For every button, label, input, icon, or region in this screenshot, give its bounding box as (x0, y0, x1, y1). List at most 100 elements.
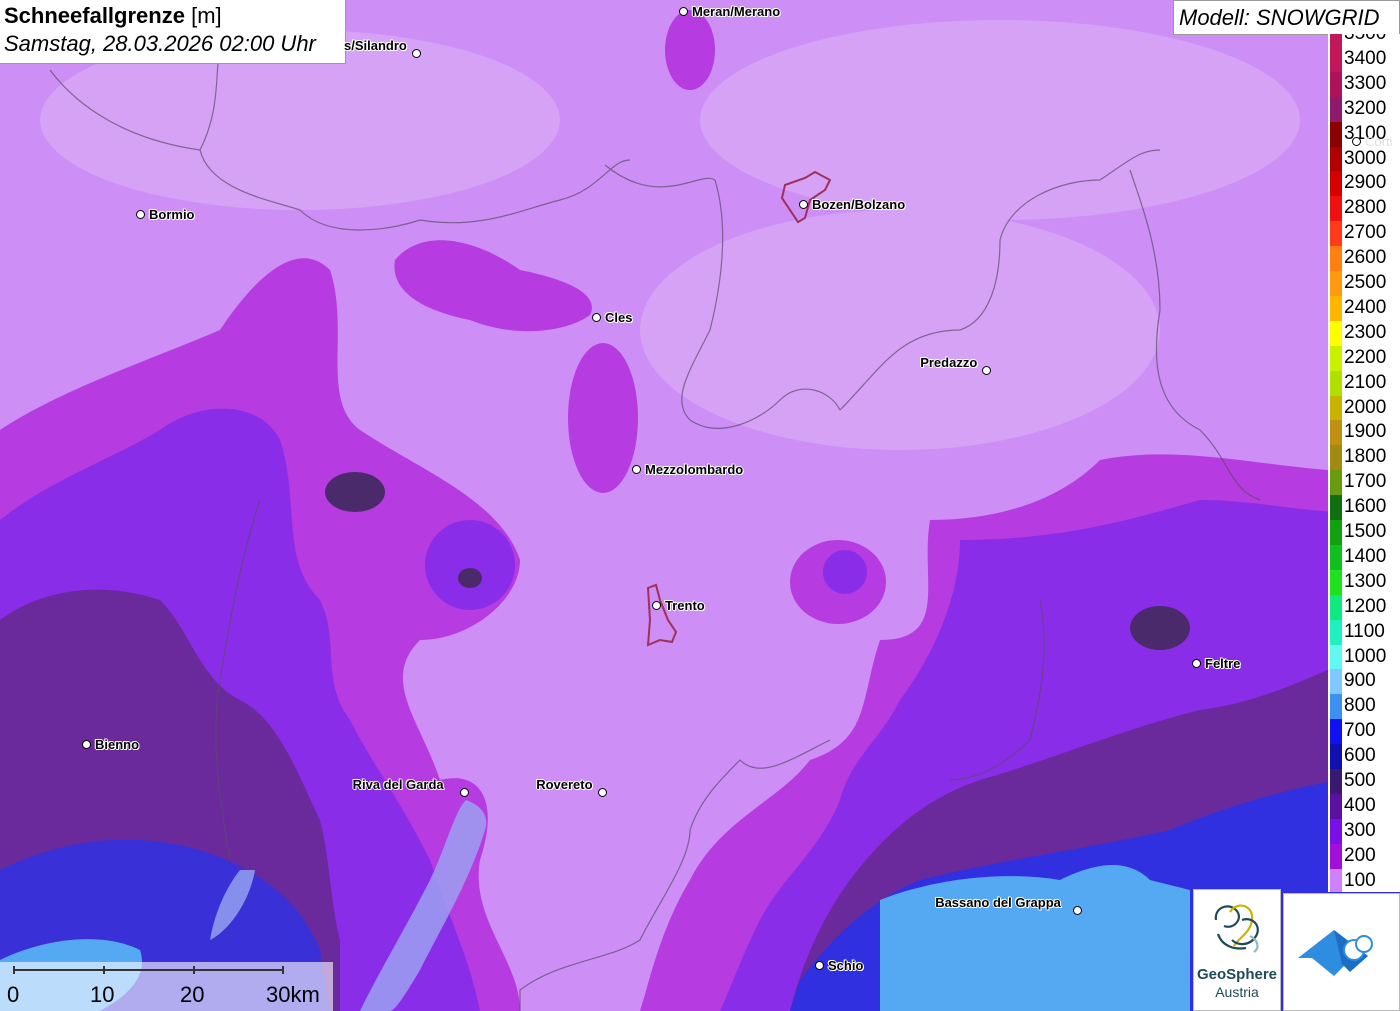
city-label[interactable]: Schio (828, 958, 863, 973)
city-label[interactable]: Bozen/Bolzano (812, 197, 905, 212)
city-marker-icon[interactable] (412, 49, 421, 58)
legend-swatch (1330, 793, 1342, 819)
city-label[interactable]: Meran/Merano (692, 4, 780, 19)
legend-label: 400 (1344, 794, 1376, 816)
legend-label: 2200 (1344, 346, 1387, 368)
legend-swatch (1330, 121, 1342, 147)
legend-label: 2700 (1344, 222, 1387, 244)
legend-swatch (1330, 71, 1342, 97)
city-marker-icon[interactable] (632, 465, 641, 474)
legend-swatch (1330, 171, 1342, 197)
city-label[interactable]: Mezzolombardo (645, 462, 743, 477)
scale-label-30: 30km (266, 982, 320, 1007)
legend-label: 1400 (1344, 545, 1387, 567)
legend-label: 2300 (1344, 321, 1387, 343)
legend-label: 1800 (1344, 446, 1387, 468)
legend-row: 1800 (1328, 445, 1400, 471)
scale-label-0: 0 (7, 982, 20, 1007)
city-marker-icon[interactable] (460, 788, 469, 797)
legend-row: 700 (1328, 719, 1400, 745)
legend-row: 2600 (1328, 246, 1400, 272)
legend-swatch (1330, 594, 1342, 620)
legend-swatch (1330, 719, 1342, 745)
model-label: Modell: SNOWGRID (1173, 0, 1400, 35)
legend-swatch (1330, 769, 1342, 794)
legend-swatch (1330, 345, 1342, 371)
legend-label: 1700 (1344, 471, 1387, 493)
legend-row: 2800 (1328, 196, 1400, 222)
legend-swatch (1330, 744, 1342, 770)
city-marker-icon[interactable] (679, 7, 688, 16)
city-label[interactable]: Rovereto (536, 777, 592, 792)
legend-swatch (1330, 445, 1342, 471)
city-marker-icon[interactable] (799, 200, 808, 209)
scale-label-20: 20 (180, 982, 205, 1007)
legend-label: 800 (1344, 695, 1376, 717)
legend-swatch (1330, 246, 1342, 272)
city-marker-icon[interactable] (652, 601, 661, 610)
legend-row: 1000 (1328, 644, 1400, 670)
city-label[interactable]: Predazzo (920, 355, 977, 370)
snow-cloud-logo[interactable] (1283, 893, 1400, 1011)
city-label[interactable]: Bassano del Grappa (935, 895, 1061, 910)
legend-label: 2100 (1344, 371, 1387, 393)
austria-text: Austria (1215, 984, 1259, 1000)
scale-label-10: 10 (90, 982, 115, 1007)
legend-label: 1200 (1344, 595, 1387, 617)
legend-swatch (1330, 644, 1342, 670)
city-label[interactable]: Bienno (95, 737, 139, 752)
legend-row: 2000 (1328, 395, 1400, 421)
geosphere-swirl-icon (1214, 904, 1259, 953)
city-label[interactable]: Corti (1365, 134, 1392, 149)
city-marker-icon[interactable] (136, 210, 145, 219)
color-legend: 3500340033003200310030002900280027002600… (1328, 34, 1400, 892)
legend-swatch (1330, 34, 1342, 47)
city-marker-icon[interactable] (1073, 906, 1082, 915)
legend-label: 700 (1344, 720, 1376, 742)
city-label[interactable]: s/Silandro (344, 38, 407, 53)
snowfall-map[interactable] (0, 0, 1400, 1011)
legend-row: 200 (1328, 843, 1400, 869)
city-label[interactable]: Cles (605, 310, 632, 325)
legend-label: 3200 (1344, 97, 1387, 119)
map-title-box: Schneefallgrenze [m] Samstag, 28.03.2026… (0, 0, 346, 64)
legend-label: 900 (1344, 670, 1376, 692)
city-label[interactable]: Trento (665, 598, 705, 613)
legend-label: 1100 (1344, 620, 1385, 642)
city-label[interactable]: Riva del Garda (353, 777, 444, 792)
snow-cloud-icon (1298, 930, 1373, 976)
scale-bar: 0 10 20 30km (0, 962, 333, 1011)
legend-row: 2900 (1328, 171, 1400, 197)
legend-label: 2800 (1344, 197, 1387, 219)
legend-row: 1600 (1328, 495, 1400, 521)
legend-swatch (1330, 271, 1342, 296)
legend-row: 2500 (1328, 271, 1400, 296)
city-marker-icon[interactable] (1352, 137, 1361, 146)
city-marker-icon[interactable] (598, 788, 607, 797)
legend-row: 600 (1328, 744, 1400, 770)
city-label[interactable]: Bormio (149, 207, 195, 222)
city-label[interactable]: Feltre (1205, 656, 1240, 671)
legend-swatch (1330, 470, 1342, 496)
legend-swatch (1330, 395, 1342, 421)
legend-label: 1500 (1344, 521, 1387, 542)
city-marker-icon[interactable] (82, 740, 91, 749)
legend-swatch (1330, 495, 1342, 521)
city-marker-icon[interactable] (1192, 659, 1201, 668)
legend-row: 1400 (1328, 544, 1400, 570)
legend-label: 300 (1344, 819, 1376, 841)
legend-swatch (1330, 569, 1342, 595)
legend-label: 1900 (1344, 421, 1387, 443)
legend-swatch (1330, 868, 1342, 892)
city-marker-icon[interactable] (982, 366, 991, 375)
legend-swatch (1330, 320, 1342, 346)
geosphere-logo[interactable]: GeoSphere Austria (1193, 889, 1281, 1011)
legend-label: 2600 (1344, 247, 1387, 269)
legend-label: 100 (1344, 869, 1376, 891)
legend-label: 3400 (1344, 47, 1387, 69)
city-marker-icon[interactable] (815, 961, 824, 970)
legend-label: 2900 (1344, 172, 1387, 194)
legend-row: 3500 (1328, 34, 1400, 47)
geosphere-text: GeoSphere (1196, 966, 1278, 983)
city-marker-icon[interactable] (592, 313, 601, 322)
